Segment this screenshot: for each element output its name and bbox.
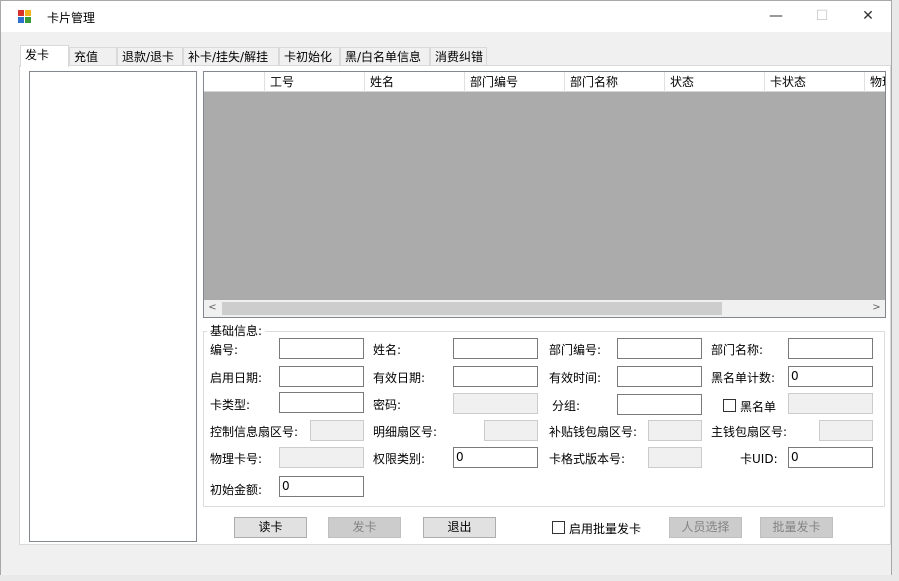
detail-sector-field[interactable] (484, 420, 538, 441)
minimize-button[interactable]: — (753, 1, 799, 32)
label-number: 编号: (210, 343, 239, 357)
blacklist-field[interactable] (788, 393, 873, 414)
label-main-sector: 主钱包扇区号: (711, 425, 788, 439)
label-initial-amount: 初始金额: (210, 483, 263, 497)
label-valid-date: 有效日期: (373, 371, 426, 385)
tab-recharge[interactable]: 充值 (69, 47, 117, 66)
label-detail-sector: 明细扇区号: (373, 425, 438, 439)
grid-header: 工号 姓名 部门编号 部门名称 状态 卡状态 物理 (204, 72, 885, 92)
valid-time-field[interactable] (617, 366, 702, 387)
select-person-button[interactable]: 人员选择 (669, 517, 742, 538)
tab-consume-correction[interactable]: 消费纠错 (430, 47, 487, 66)
physical-no-field[interactable] (279, 447, 364, 468)
label-card-type: 卡类型: (210, 398, 251, 412)
label-valid-time: 有效时间: (549, 371, 602, 385)
initial-amount-field[interactable]: 0 (279, 476, 364, 497)
label-start-date: 启用日期: (210, 371, 263, 385)
format-version-field[interactable] (648, 447, 702, 468)
grid-col-status[interactable]: 状态 (665, 72, 765, 92)
grid-col-dept-name[interactable]: 部门名称 (565, 72, 665, 92)
card-management-window: 卡片管理 — ☐ ✕ 发卡 充值 退款/退卡 补卡/挂失/解挂 卡初始化 黑/白… (0, 0, 892, 575)
grid-col-rowheader[interactable] (204, 72, 265, 92)
close-button[interactable]: ✕ (845, 1, 891, 32)
tab-refund[interactable]: 退款/退卡 (117, 47, 183, 66)
label-permission: 权限类别: (373, 452, 426, 466)
blacklist-checkbox[interactable] (723, 399, 736, 412)
scroll-thumb[interactable] (222, 302, 722, 315)
name-field[interactable] (453, 338, 538, 359)
label-group: 分组: (552, 399, 581, 413)
exit-button[interactable]: 退出 (423, 517, 496, 538)
label-subsidy-sector: 补贴钱包扇区号: (549, 425, 638, 439)
dept-name-field[interactable] (788, 338, 873, 359)
scroll-right-icon[interactable]: > (868, 300, 885, 317)
issue-card-button[interactable]: 发卡 (328, 517, 401, 538)
tab-blackwhite-list[interactable]: 黑/白名单信息 (340, 47, 430, 66)
number-field[interactable] (279, 338, 364, 359)
grid-col-dept-no[interactable]: 部门编号 (465, 72, 565, 92)
department-tree[interactable] (29, 71, 197, 542)
label-blacklist: 黑名单 (740, 400, 777, 414)
grid-col-card-status[interactable]: 卡状态 (765, 72, 865, 92)
label-dept-no: 部门编号: (549, 343, 602, 357)
group-field[interactable] (617, 394, 702, 415)
card-uid-field[interactable]: 0 (788, 447, 873, 468)
blacklist-count-field[interactable]: 0 (788, 366, 873, 387)
label-name: 姓名: (373, 343, 402, 357)
batch-enable-checkbox[interactable] (552, 521, 565, 534)
password-field[interactable] (453, 393, 538, 414)
main-sector-field[interactable] (819, 420, 873, 441)
subsidy-sector-field[interactable] (648, 420, 702, 441)
label-password: 密码: (373, 398, 402, 412)
start-date-field[interactable] (279, 366, 364, 387)
card-type-field[interactable] (279, 392, 364, 413)
app-icon (18, 10, 31, 23)
read-card-button[interactable]: 读卡 (234, 517, 307, 538)
status-area (1, 546, 891, 575)
title-bar: 卡片管理 — ☐ ✕ (1, 1, 891, 32)
dept-no-field[interactable] (617, 338, 702, 359)
label-format-version: 卡格式版本号: (549, 452, 626, 466)
tab-card-init[interactable]: 卡初始化 (279, 47, 340, 66)
maximize-button[interactable]: ☐ (799, 1, 845, 32)
window-title: 卡片管理 (47, 11, 96, 25)
label-card-uid: 卡UID: (740, 452, 778, 466)
valid-date-field[interactable] (453, 366, 538, 387)
batch-issue-button[interactable]: 批量发卡 (760, 517, 833, 538)
grid-col-employee-no[interactable]: 工号 (265, 72, 365, 92)
label-blacklist-count: 黑名单计数: (711, 371, 776, 385)
basic-info-title: 基础信息: (207, 322, 266, 339)
scroll-left-icon[interactable]: < (204, 300, 221, 317)
permission-field[interactable]: 0 (453, 447, 538, 468)
tab-issue-card[interactable]: 发卡 (20, 45, 69, 67)
ctrl-sector-field[interactable] (310, 420, 364, 441)
label-ctrl-sector: 控制信息扇区号: (210, 425, 299, 439)
label-physical-no: 物理卡号: (210, 452, 263, 466)
tab-reissue-loss[interactable]: 补卡/挂失/解挂 (183, 47, 279, 66)
label-batch-enable: 启用批量发卡 (569, 522, 642, 536)
card-grid[interactable]: 工号 姓名 部门编号 部门名称 状态 卡状态 物理 < > (203, 71, 886, 318)
label-dept-name: 部门名称: (711, 343, 764, 357)
grid-horizontal-scrollbar[interactable]: < > (204, 300, 885, 317)
grid-col-name[interactable]: 姓名 (365, 72, 465, 92)
grid-col-physical[interactable]: 物理 (865, 72, 885, 92)
